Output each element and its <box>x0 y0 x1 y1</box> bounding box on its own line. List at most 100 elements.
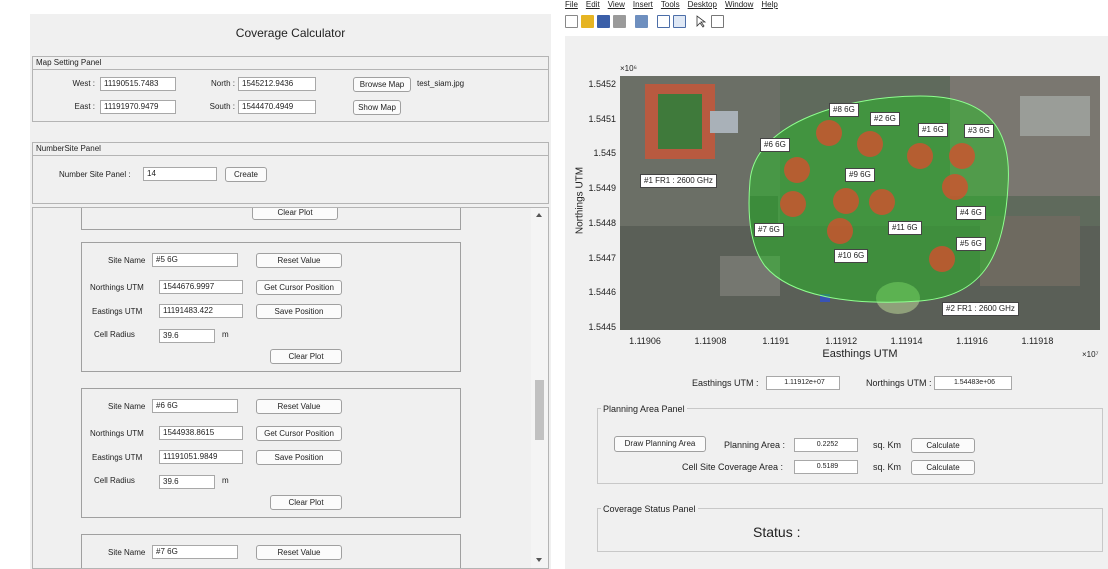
coverage-area-unit: sq. Km <box>873 462 902 472</box>
figure-menubar: File Edit View Insert Tools Desktop Window Help <box>565 0 1108 14</box>
y-tick-label: 1.5445 <box>588 321 616 332</box>
save-icon[interactable] <box>597 15 610 28</box>
site-label-3: #3 6G <box>964 124 994 138</box>
print-icon[interactable] <box>613 15 626 28</box>
east-input[interactable]: 11191970.9479 <box>100 100 176 114</box>
west-label: West : <box>72 79 95 88</box>
app-title: Coverage Calculator <box>235 26 346 40</box>
y-tick-label: 1.5447 <box>588 252 616 263</box>
eastings-input[interactable]: 11191483.422 <box>159 304 243 318</box>
planning-area-unit: sq. Km <box>873 440 902 450</box>
site-marker-4 <box>942 174 968 200</box>
cell-radius-label: Cell Radius <box>94 476 135 485</box>
colorbar-icon[interactable] <box>657 15 670 28</box>
pointer-icon[interactable] <box>695 15 708 28</box>
browse-map-button[interactable]: Browse Map <box>353 77 411 92</box>
menu-help[interactable]: Help <box>761 0 777 9</box>
coverage-calculator-window: Coverage Calculator Map Setting Panel We… <box>30 14 551 569</box>
new-figure-icon[interactable] <box>565 15 578 28</box>
site-marker-2 <box>857 131 883 157</box>
reset-value-button[interactable]: Reset Value <box>256 399 342 414</box>
site-marker-7 <box>780 191 806 217</box>
y-tick-label: 1.5449 <box>588 183 616 194</box>
north-input[interactable]: 1545212.9436 <box>238 77 316 91</box>
cursor-north-value[interactable]: 1.54483e+06 <box>934 376 1012 390</box>
y-axis-label: Northings UTM <box>574 166 586 235</box>
map-file-name: test_siam.jpg <box>417 79 465 88</box>
get-cursor-position-button[interactable]: Get Cursor Position <box>256 426 342 441</box>
number-site-panel: NumberSite Panel Number Site Panel : 14 … <box>32 142 549 204</box>
scroll-up-icon[interactable] <box>536 213 542 217</box>
south-input[interactable]: 1544470.4949 <box>238 100 316 114</box>
north-label: North : <box>210 79 235 88</box>
fr-label-2: #2 FR1 : 2600 GHz <box>942 302 1019 316</box>
x-tick-label: 1.11906 <box>629 336 661 346</box>
property-editor-icon[interactable] <box>711 15 724 28</box>
x-tick-label: 1.11918 <box>1021 336 1054 346</box>
west-input[interactable]: 11190515.7483 <box>100 77 176 91</box>
scroll-down-icon[interactable] <box>536 558 542 562</box>
northings-input[interactable]: 1544676.9997 <box>159 280 243 294</box>
site-label-6: #6 6G <box>760 138 790 152</box>
menu-desktop[interactable]: Desktop <box>688 0 717 9</box>
draw-planning-area-button[interactable]: Draw Planning Area <box>614 436 706 452</box>
cell-radius-input[interactable]: 39.6 <box>159 329 215 343</box>
eastings-label: Eastings UTM <box>92 453 143 462</box>
open-folder-icon[interactable] <box>581 15 594 28</box>
cursor-east-value[interactable]: 1.11912e+07 <box>766 376 840 390</box>
coverage-area-label: Cell Site Coverage Area : <box>682 462 784 472</box>
calculate-planning-button[interactable]: Calculate <box>911 438 975 453</box>
number-site-label: Number Site Panel : <box>59 170 131 179</box>
northings-input[interactable]: 1544938.8615 <box>159 426 243 440</box>
site-label-11: #11 6G <box>888 221 922 235</box>
x-tick-label: 1.11912 <box>825 336 858 346</box>
coverage-area-value[interactable]: 0.5189 <box>794 460 858 474</box>
site-marker-3 <box>949 143 975 169</box>
menu-file[interactable]: File <box>565 0 578 9</box>
clear-plot-button[interactable]: Clear Plot <box>270 349 342 364</box>
y-tick-label: 1.5448 <box>588 217 616 228</box>
planning-panel-title: Planning Area Panel <box>601 404 687 414</box>
northings-label: Northings UTM <box>90 429 144 438</box>
site-marker-1 <box>907 143 933 169</box>
cell-radius-input[interactable]: 39.6 <box>159 475 215 489</box>
legend-icon[interactable] <box>673 15 686 28</box>
site-name-input[interactable]: #5 6G <box>152 253 238 267</box>
planning-area-value[interactable]: 0.2252 <box>794 438 858 452</box>
menu-edit[interactable]: Edit <box>586 0 600 9</box>
clear-plot-button[interactable]: Clear Plot <box>270 495 342 510</box>
map-setting-panel-title: Map Setting Panel <box>32 56 549 70</box>
menu-insert[interactable]: Insert <box>633 0 653 9</box>
clear-plot-button[interactable]: Clear Plot <box>252 208 338 220</box>
menu-window[interactable]: Window <box>725 0 753 9</box>
site-label-2: #2 6G <box>870 112 900 126</box>
eastings-input[interactable]: 11191051.9849 <box>159 450 243 464</box>
menu-tools[interactable]: Tools <box>661 0 680 9</box>
status-panel-title: Coverage Status Panel <box>601 504 698 514</box>
menu-view[interactable]: View <box>608 0 625 9</box>
y-tick-label: 1.5446 <box>588 287 616 298</box>
save-position-button[interactable]: Save Position <box>256 450 342 465</box>
sites-scroll-panel: Clear Plot Site Name #5 6G Reset Value Nort… <box>32 207 549 569</box>
create-button[interactable]: Create <box>225 167 267 182</box>
calculate-coverage-button[interactable]: Calculate <box>911 460 975 475</box>
coverage-status-panel: Coverage Status Panel Status : <box>597 504 1103 552</box>
satellite-map-image <box>620 76 1100 330</box>
coverage-map-plot[interactable]: #8 6G #2 6G #1 6G #3 6G #6 6G #9 6G #4 6… <box>620 76 1100 330</box>
save-position-button[interactable]: Save Position <box>256 304 342 319</box>
show-map-button[interactable]: Show Map <box>353 100 401 115</box>
vertical-scrollbar[interactable] <box>531 208 548 568</box>
reset-value-button[interactable]: Reset Value <box>256 253 342 268</box>
site-name-label: Site Name <box>108 402 146 411</box>
x-tick-label: 1.1191 <box>762 336 790 346</box>
site-marker-8 <box>816 120 842 146</box>
scroll-thumb[interactable] <box>535 380 544 440</box>
site-name-input[interactable]: #6 6G <box>152 399 238 413</box>
link-plot-icon[interactable] <box>635 15 648 28</box>
number-site-input[interactable]: 14 <box>143 167 217 181</box>
eastings-label: Eastings UTM <box>92 307 143 316</box>
get-cursor-position-button[interactable]: Get Cursor Position <box>256 280 342 295</box>
site-marker-10 <box>827 218 853 244</box>
reset-value-button[interactable]: Reset Value <box>256 545 342 560</box>
site-name-input[interactable]: #7 6G <box>152 545 238 559</box>
